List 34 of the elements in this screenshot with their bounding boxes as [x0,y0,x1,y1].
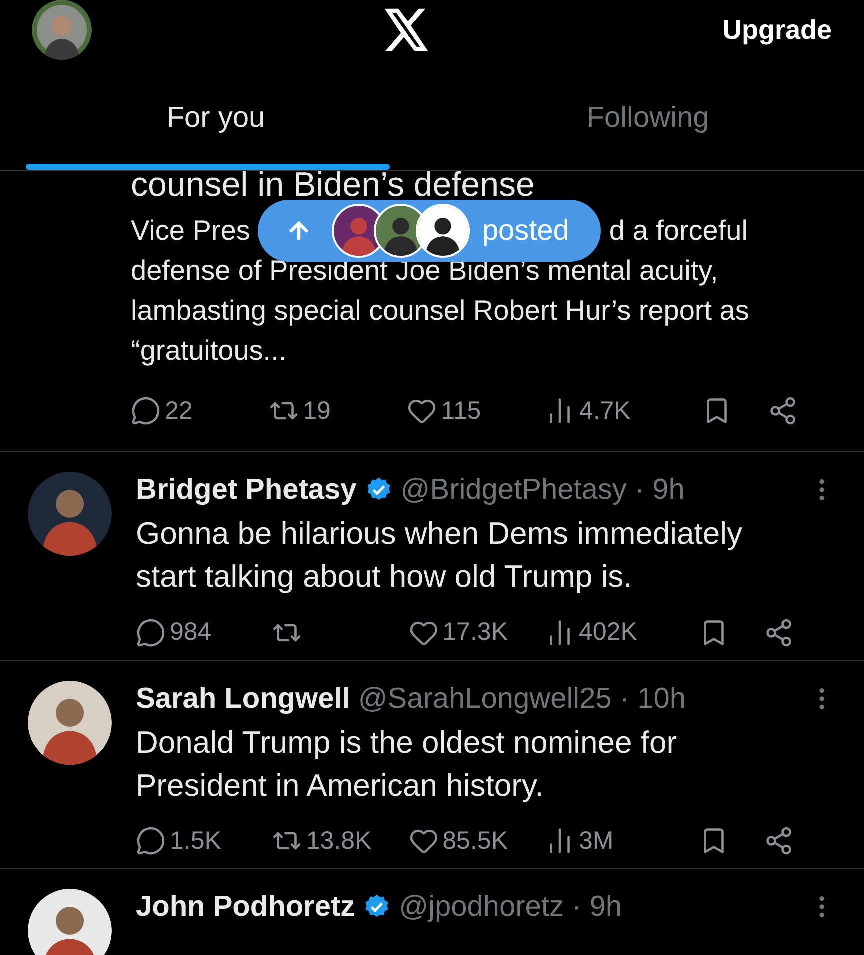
share-icon [764,618,794,648]
post-text: d a forceful [609,214,748,248]
views-button[interactable]: 4.7K [545,391,684,431]
tab[interactable]: For you [0,68,432,170]
views-button[interactable]: 402K [544,614,682,652]
post-text: Gonna be hilarious when Dems immediately start talking about how old Trump is. [136,515,744,596]
repost-button[interactable]: 13.8K [272,822,409,860]
views-button[interactable]: 3M [544,822,682,860]
tab[interactable]: Following [432,68,864,170]
reply-icon [136,618,166,648]
reply-button[interactable]: 22 [131,391,270,431]
like-button[interactable]: 115 [407,391,546,431]
reply-icon [131,396,161,426]
post-text: Vice Pres [131,214,250,248]
author-name[interactable]: Bridget Phetasy [136,472,357,508]
repost-button[interactable]: 19 [269,391,408,431]
share-icon [768,396,798,426]
like-button[interactable]: 85.5K [408,822,545,860]
post-text: Donald Trump is the oldest nominee for President in American history. [136,724,678,804]
reply-button[interactable]: 984 [136,614,272,652]
post-text: “gratuitous... [131,334,288,368]
upgrade-button[interactable]: Upgrade [722,10,832,50]
author-handle: @BridgetPhetasy · 9h [400,473,685,508]
post-text: lambasting special counsel Robert Hur’s report as [131,294,750,328]
logo-icon[interactable] [384,8,430,52]
share-icon [764,826,794,856]
post-headline: counsel in Biden’s defense [131,167,536,203]
author-handle: @jpodhoretz · 9h [399,890,622,925]
like-button[interactable]: 17.3K [408,614,545,652]
reply-button[interactable]: 1.5K [136,822,272,860]
author-name[interactable]: Sarah Longwell [136,680,350,716]
author-handle: @SarahLongwell25 · 10h [358,682,686,716]
author-name[interactable]: John Podhoretz [136,889,356,925]
reply-icon [136,826,166,856]
